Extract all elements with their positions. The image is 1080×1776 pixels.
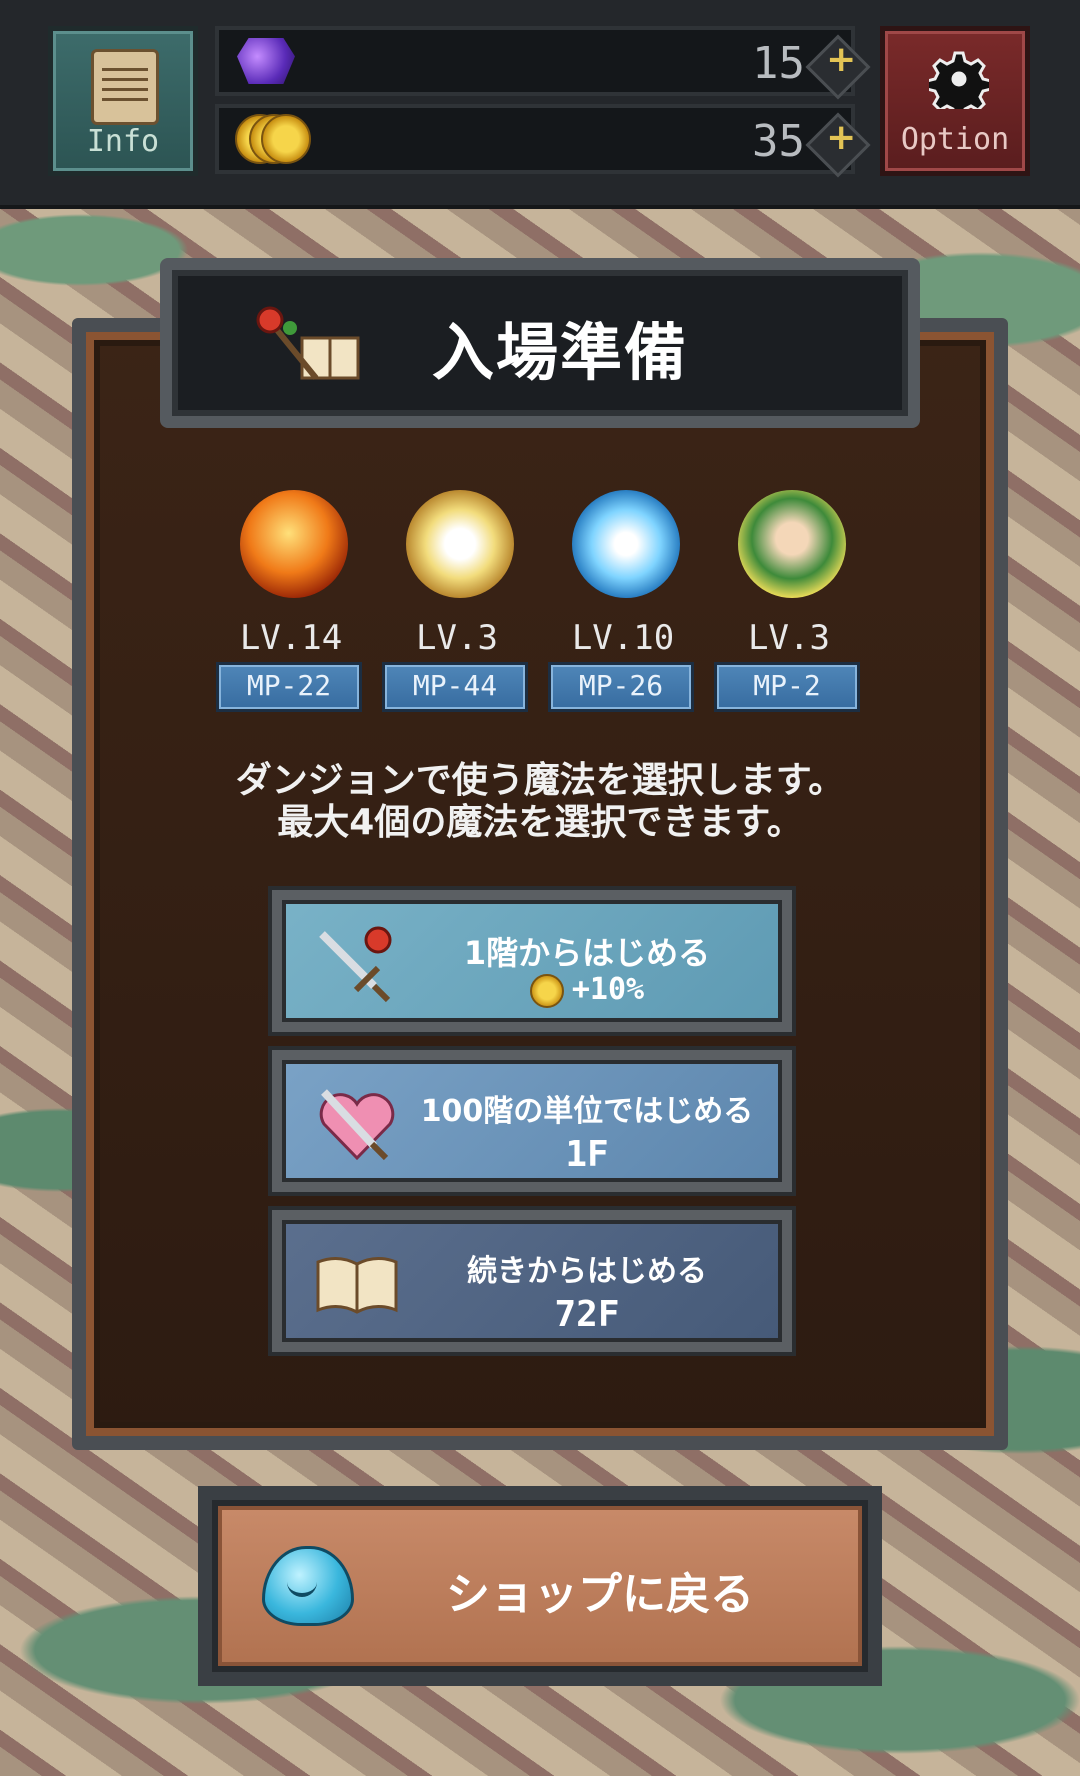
gem-counter: 15 + — [215, 26, 871, 100]
gem-icon — [237, 38, 295, 84]
plus-icon: + — [826, 39, 857, 81]
option-title: 1階からはじめる — [463, 934, 711, 972]
option-label: Option — [900, 122, 1010, 157]
title-plate: 入場準備 — [160, 258, 920, 428]
coin-count: 35 — [752, 116, 805, 167]
spell-slot-3[interactable]: LV.10 MP-26 — [548, 490, 698, 720]
start-from-100-floor-unit-button[interactable]: 100階の単位ではじめる 1F — [272, 1050, 792, 1192]
spell-mp-cost: MP-44 — [382, 662, 528, 712]
spell-level: LV.3 — [748, 618, 830, 658]
info-label: Info — [86, 124, 160, 159]
sword-and-heart-icon — [319, 1089, 395, 1161]
ice-vortex-icon — [572, 490, 680, 598]
rose-and-book-icon — [256, 306, 360, 380]
option-floor: 1F — [565, 1134, 609, 1175]
gem-count: 15 — [752, 38, 805, 89]
gear-icon — [929, 51, 989, 109]
spell-slot-2[interactable]: LV.3 MP-44 — [382, 490, 532, 720]
plus-icon: + — [826, 117, 857, 159]
back-to-shop-label: ショップに戻る — [446, 1569, 754, 1620]
spell-mp-cost: MP-22 — [216, 662, 362, 712]
spell-mp-cost: MP-2 — [714, 662, 860, 712]
page-title: 入場準備 — [432, 316, 689, 389]
holy-cross-icon — [406, 490, 514, 598]
option-title: 100階の単位ではじめる — [420, 1094, 754, 1129]
spell-level: LV.3 — [416, 618, 498, 658]
info-button[interactable]: Info — [48, 26, 198, 176]
fireball-icon — [240, 490, 348, 598]
start-from-floor-1-button[interactable]: 1階からはじめる +10% — [272, 890, 792, 1032]
option-title: 続きからはじめる — [467, 1254, 707, 1289]
archer-girl-icon — [738, 490, 846, 598]
spell-slot-4[interactable]: LV.3 MP-2 — [714, 490, 864, 720]
continue-button[interactable]: 続きからはじめる 72F — [272, 1210, 792, 1352]
option-floor: 72F — [554, 1294, 620, 1335]
option-button[interactable]: Option — [880, 26, 1030, 176]
add-gems-button[interactable]: + — [805, 34, 871, 100]
spell-level: LV.10 — [571, 618, 675, 658]
coin-bonus: +10% — [412, 972, 762, 1008]
coin-icon — [235, 114, 311, 164]
scroll-icon — [91, 49, 159, 125]
spell-mp-cost: MP-26 — [548, 662, 694, 712]
description-line-1: ダンジョンで使う魔法を選択します。 — [235, 760, 845, 801]
coin-counter: 35 + — [215, 104, 871, 178]
book-icon — [316, 1257, 398, 1314]
add-coins-button[interactable]: + — [805, 112, 871, 178]
spell-slot-1[interactable]: LV.14 MP-22 — [216, 490, 366, 720]
sword-and-rose-icon — [319, 926, 392, 1003]
coin-bonus-value: +10% — [571, 972, 645, 1007]
slime-icon — [262, 1546, 354, 1626]
spell-list: LV.14 MP-22 LV.3 MP-44 LV.10 MP-26 LV.3 … — [216, 490, 876, 720]
top-hud: Info 15 + 35 + Option — [0, 0, 1080, 209]
spell-description: ダンジョンで使う魔法を選択します。 最大4個の魔法を選択できます。 — [160, 760, 920, 844]
coin-icon — [529, 973, 564, 1008]
description-line-2: 最大4個の魔法を選択できます。 — [277, 802, 803, 843]
back-to-shop-button[interactable]: ショップに戻る — [198, 1486, 882, 1686]
spell-level: LV.14 — [239, 618, 343, 658]
